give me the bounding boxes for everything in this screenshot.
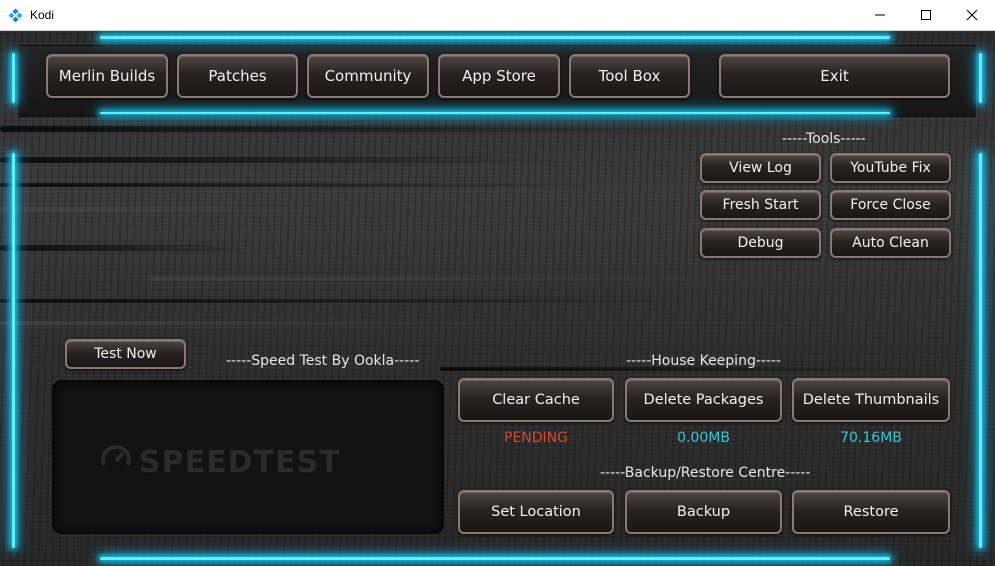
background-streak	[0, 299, 700, 303]
test-now-button[interactable]: Test Now	[65, 339, 186, 369]
background-streak	[0, 157, 560, 163]
community-button[interactable]: Community	[307, 54, 429, 98]
tool-box-button[interactable]: Tool Box	[569, 54, 690, 98]
tools-section-title: -----Tools-----	[782, 131, 866, 147]
patches-button[interactable]: Patches	[177, 54, 298, 98]
glow-line-left	[12, 153, 15, 548]
speed-test-panel: SPEEDTEST	[52, 380, 444, 534]
delete-packages-button[interactable]: Delete Packages	[625, 378, 782, 422]
kodi-skin-area: Merlin Builds Patches Community App Stor…	[0, 31, 995, 566]
exit-button[interactable]: Exit	[719, 54, 950, 98]
speedometer-icon	[99, 441, 139, 483]
window-title: Kodi	[30, 8, 55, 22]
auto-clean-button[interactable]: Auto Clean	[830, 228, 951, 258]
kodi-logo-icon	[8, 8, 23, 23]
maximize-button[interactable]	[903, 0, 949, 30]
background-streak	[0, 126, 720, 132]
background-streak	[0, 245, 250, 251]
speedtest-logo: SPEEDTEST	[99, 441, 341, 483]
cache-status: PENDING	[504, 430, 568, 446]
view-log-button[interactable]: View Log	[700, 153, 821, 183]
backup-button[interactable]: Backup	[625, 490, 782, 534]
close-icon	[966, 9, 978, 21]
glow-line-bottom	[100, 557, 890, 560]
maximize-icon	[920, 9, 932, 21]
background-streak	[150, 277, 990, 281]
app-store-button[interactable]: App Store	[438, 54, 560, 98]
minimize-button[interactable]	[857, 0, 903, 30]
packages-size: 0.00MB	[677, 430, 730, 446]
house-keeping-section-title: -----House Keeping-----	[626, 353, 782, 369]
glow-line-right-top	[979, 53, 982, 103]
glow-line-nav-bottom	[100, 112, 890, 114]
window-title-bar: Kodi	[0, 0, 995, 31]
background-streak	[0, 207, 660, 211]
clear-cache-button[interactable]: Clear Cache	[458, 378, 614, 422]
speed-test-section-title: -----Speed Test By Ookla-----	[226, 353, 420, 369]
delete-thumbnails-button[interactable]: Delete Thumbnails	[792, 378, 950, 422]
force-close-button[interactable]: Force Close	[830, 190, 951, 220]
close-button[interactable]	[949, 0, 995, 30]
thumbnails-size: 70.16MB	[840, 430, 902, 446]
youtube-fix-button[interactable]: YouTube Fix	[830, 153, 951, 183]
glow-line-left-top	[12, 53, 15, 103]
set-location-button[interactable]: Set Location	[458, 490, 614, 534]
backup-restore-section-title: -----Backup/Restore Centre-----	[600, 465, 811, 481]
minimize-icon	[874, 9, 886, 21]
speedtest-logo-text: SPEEDTEST	[139, 444, 341, 480]
glow-line-right	[979, 153, 982, 548]
glow-line-top	[100, 36, 890, 39]
restore-button[interactable]: Restore	[792, 490, 950, 534]
debug-button[interactable]: Debug	[700, 228, 821, 258]
fresh-start-button[interactable]: Fresh Start	[700, 190, 821, 220]
merlin-builds-button[interactable]: Merlin Builds	[46, 54, 168, 98]
background-streak	[0, 183, 600, 187]
background-streak	[0, 321, 980, 325]
